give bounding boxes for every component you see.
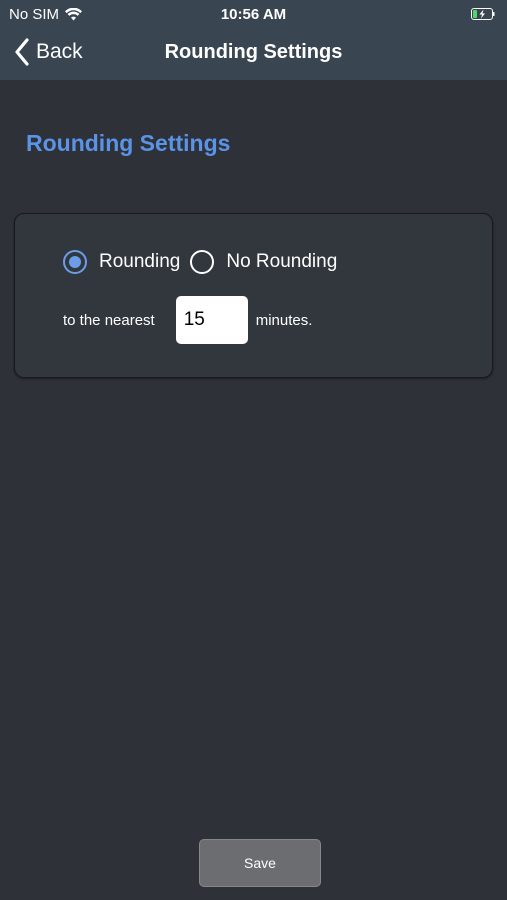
- radio-unselected-icon: [190, 250, 215, 274]
- top-bar: No SIM 10:56 AM Back Rounding Settings: [0, 0, 507, 80]
- no-rounding-radio-label: No Rounding: [226, 251, 338, 272]
- rounding-settings-card: Rounding No Rounding to the nearest minu…: [14, 213, 493, 378]
- radio-selected-icon: [63, 250, 87, 274]
- nearest-row: to the nearest minutes.: [63, 296, 312, 344]
- battery-icon: [471, 8, 495, 20]
- radio-dot: [69, 256, 81, 268]
- minutes-label: minutes.: [255, 311, 313, 329]
- navigation-bar: Back Rounding Settings: [0, 28, 507, 80]
- nav-title: Rounding Settings: [164, 41, 343, 63]
- status-bar: No SIM 10:56 AM: [0, 0, 507, 28]
- nearest-label: to the nearest: [63, 311, 155, 329]
- page-title: Rounding Settings: [26, 130, 231, 156]
- rounding-radio-group: Rounding No Rounding: [63, 250, 337, 274]
- save-button[interactable]: Save: [199, 839, 321, 887]
- status-time: 10:56 AM: [220, 6, 287, 23]
- minutes-input[interactable]: [175, 296, 248, 344]
- no-rounding-radio[interactable]: No Rounding: [190, 250, 337, 274]
- rounding-radio[interactable]: Rounding: [63, 250, 190, 274]
- rounding-radio-label: Rounding: [99, 251, 181, 272]
